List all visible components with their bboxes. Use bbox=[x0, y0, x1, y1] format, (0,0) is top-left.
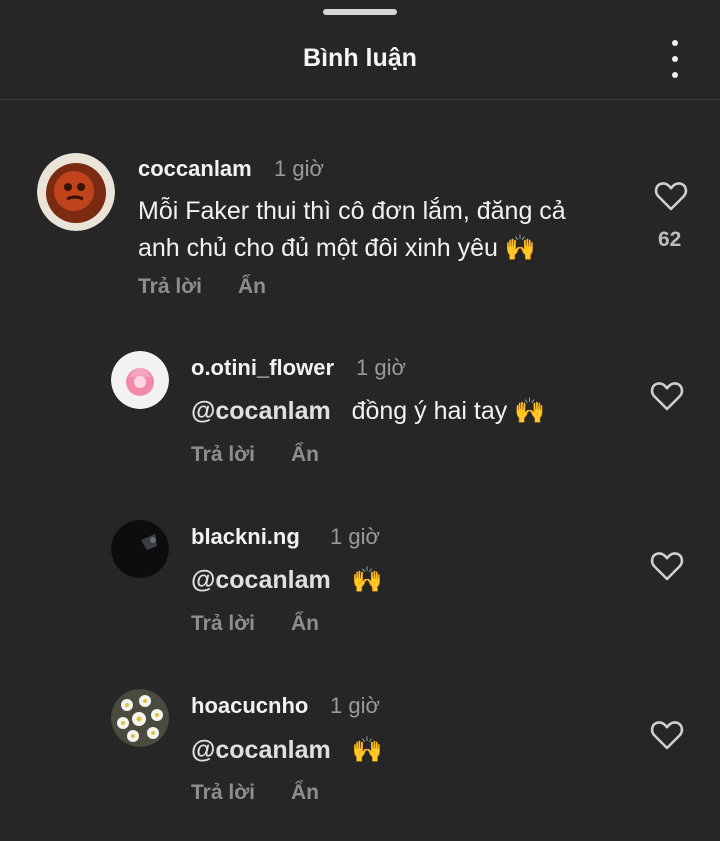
comment-username[interactable]: coccanlam bbox=[138, 156, 252, 182]
reply-time: 1 giờ bbox=[330, 524, 380, 549]
mention-link[interactable]: @cocanlam bbox=[191, 566, 331, 594]
reply-username[interactable]: hoacucnho bbox=[191, 693, 308, 719]
reply-text-body: 🙌 bbox=[351, 566, 383, 594]
hide-button[interactable]: Ẩn bbox=[291, 612, 319, 636]
reply-text-body: đồng ý hai tay 🙌 bbox=[351, 397, 546, 425]
reply-text-body: 🙌 bbox=[351, 736, 383, 764]
comment-time: 1 giờ bbox=[274, 156, 324, 181]
more-options-icon[interactable] bbox=[662, 40, 688, 78]
hide-button[interactable]: Ẩn bbox=[291, 443, 319, 467]
reply-text: @cocanlam 🙌 bbox=[191, 562, 383, 599]
avatar[interactable] bbox=[111, 351, 169, 409]
reply-username[interactable]: o.otini_flower bbox=[191, 355, 334, 381]
avatar[interactable] bbox=[37, 153, 115, 231]
page-title: Bình luận bbox=[303, 44, 417, 72]
like-count: 62 bbox=[658, 228, 682, 251]
comment-text-line: anh chủ cho đủ một đôi xinh yêu 🙌 bbox=[138, 234, 537, 262]
reply-button[interactable]: Trả lời bbox=[138, 275, 202, 299]
reply-time: 1 giờ bbox=[356, 355, 406, 380]
heart-icon[interactable] bbox=[650, 380, 684, 412]
heart-icon[interactable] bbox=[650, 550, 684, 582]
avatar[interactable] bbox=[111, 689, 169, 747]
hide-button[interactable]: Ẩn bbox=[291, 781, 319, 805]
heart-icon[interactable] bbox=[650, 719, 684, 751]
reply-text: @cocanlam 🙌 bbox=[191, 732, 383, 769]
reply-button[interactable]: Trả lời bbox=[191, 781, 255, 805]
comments-header: Bình luận bbox=[0, 0, 720, 100]
reply-username[interactable]: blackni.ng bbox=[191, 524, 300, 550]
heart-icon[interactable] bbox=[654, 180, 688, 212]
avatar[interactable] bbox=[111, 520, 169, 578]
comment-text: Mỗi Faker thui thì cô đơn lắm, đăng cả a… bbox=[138, 193, 566, 267]
reply-time: 1 giờ bbox=[330, 693, 380, 718]
mention-link[interactable]: @cocanlam bbox=[191, 736, 331, 764]
comment-text-line: Mỗi Faker thui thì cô đơn lắm, đăng cả bbox=[138, 197, 566, 225]
reply-button[interactable]: Trả lời bbox=[191, 612, 255, 636]
hide-button[interactable]: Ẩn bbox=[238, 275, 266, 299]
mention-link[interactable]: @cocanlam bbox=[191, 397, 331, 425]
reply-button[interactable]: Trả lời bbox=[191, 443, 255, 467]
reply-text: @cocanlam đồng ý hai tay 🙌 bbox=[191, 393, 545, 430]
